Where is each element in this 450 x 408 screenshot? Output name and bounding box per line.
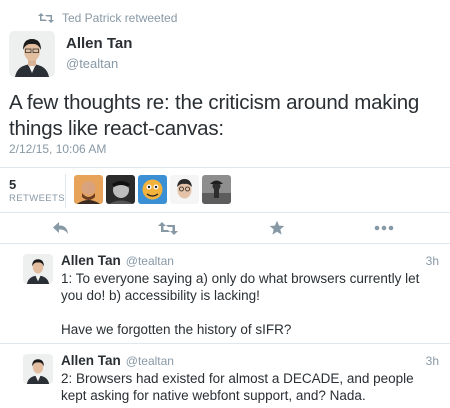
retweet-count-label[interactable]: RETWEETS <box>9 193 65 204</box>
retweeter-avatar-2[interactable] <box>106 175 135 204</box>
retweeter-avatar-3[interactable] <box>138 175 167 204</box>
retweet-icon <box>38 13 54 23</box>
reply-time[interactable]: 3h <box>426 254 439 268</box>
divider <box>0 212 450 213</box>
retweet-button[interactable] <box>157 218 179 238</box>
reply-author-handle[interactable]: @tealtan <box>126 254 174 268</box>
retweet-count[interactable]: 5 <box>9 177 16 192</box>
retweet-context-label: Ted Patrick retweeted <box>62 11 178 25</box>
author-handle[interactable]: @tealtan <box>66 56 118 71</box>
reply-author-name[interactable]: Allen Tan <box>61 353 121 368</box>
author-avatar[interactable] <box>9 31 55 77</box>
retweet-context[interactable]: Ted Patrick retweeted <box>38 10 177 26</box>
star-icon <box>269 220 285 235</box>
retweeter-avatar-4[interactable] <box>170 175 199 204</box>
retweet-icon <box>158 221 178 235</box>
stats-separator <box>65 174 66 208</box>
reply-author-name[interactable]: Allen Tan <box>61 253 121 268</box>
reply-tweet[interactable]: Allen Tan @tealtan 3h 1: To everyone sayi… <box>0 244 450 343</box>
reply-author-handle[interactable]: @tealtan <box>126 354 174 368</box>
reply-author-avatar[interactable] <box>23 254 53 284</box>
reply-text: 1: To everyone saying a) only do what br… <box>61 271 420 337</box>
reply-author[interactable]: Allen Tan @tealtan <box>61 353 174 368</box>
author-name[interactable]: Allen Tan <box>66 35 132 52</box>
retweeter-avatar-5[interactable] <box>202 175 231 204</box>
more-icon <box>374 225 394 231</box>
reply-time[interactable]: 3h <box>426 354 439 368</box>
reply-author-avatar[interactable] <box>23 354 53 384</box>
divider <box>0 167 450 168</box>
tweet-text: A few thoughts re: the criticism around … <box>9 91 420 140</box>
reply-text: 2: Browsers had existed for almost a DEC… <box>61 371 414 403</box>
retweeter-avatar-1[interactable] <box>74 175 103 204</box>
more-button[interactable] <box>373 218 395 238</box>
tweet-actions <box>0 215 450 241</box>
tweet-timestamp[interactable]: 2/12/15, 10:06 AM <box>9 142 106 156</box>
favorite-button[interactable] <box>266 218 288 238</box>
reply-tweet[interactable]: Allen Tan @tealtan 3h 2: Browsers had exi… <box>0 344 450 408</box>
reply-button[interactable] <box>50 218 72 238</box>
reply-author[interactable]: Allen Tan @tealtan <box>61 253 174 268</box>
retweeter-avatars <box>74 175 231 204</box>
reply-icon <box>53 222 68 234</box>
